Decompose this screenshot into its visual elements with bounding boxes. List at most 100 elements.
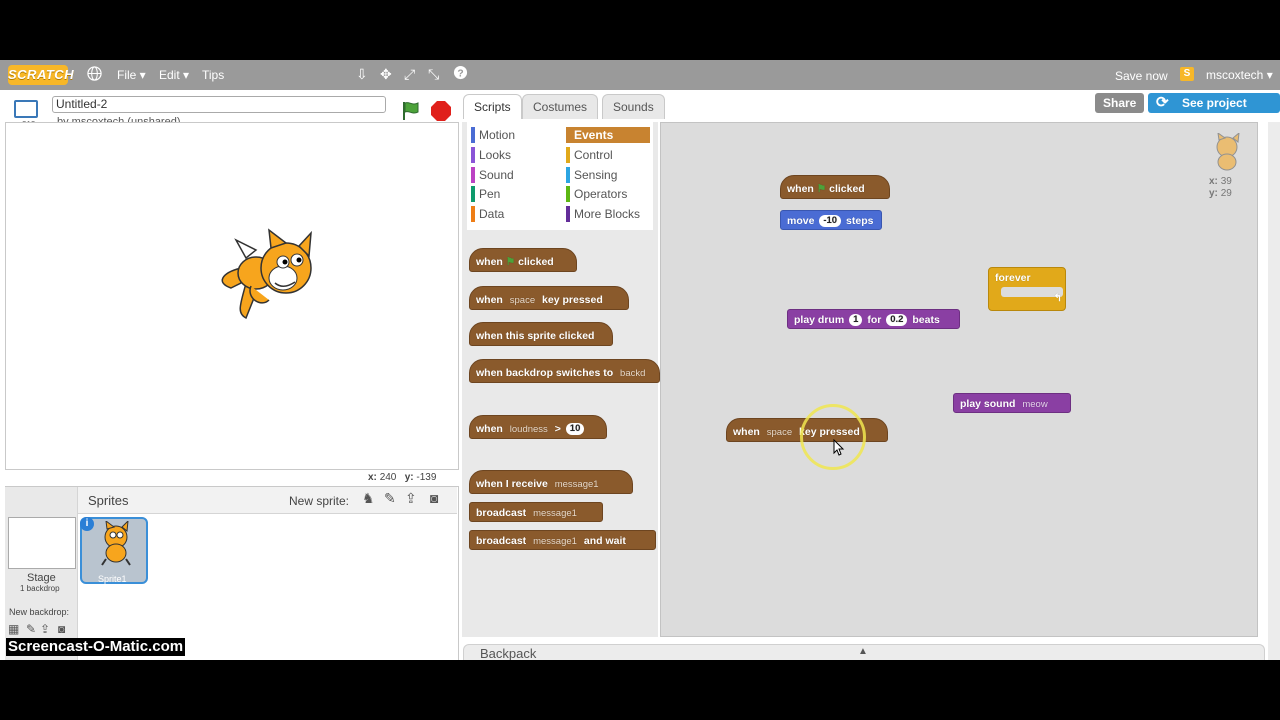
palette-when-sprite-clicked-block[interactable]: when this sprite clicked bbox=[469, 322, 613, 346]
stage-label: Stage bbox=[27, 572, 56, 584]
palette-when-backdrop-switches-block[interactable]: when backdrop switches to backd bbox=[469, 359, 660, 383]
block-text: forever bbox=[995, 272, 1031, 284]
message-dropdown[interactable]: message1 bbox=[555, 479, 599, 490]
category-data[interactable]: Data bbox=[471, 206, 504, 222]
category-sound[interactable]: Sound bbox=[471, 167, 514, 183]
tips-menu[interactable]: Tips bbox=[202, 68, 224, 82]
block-text: when bbox=[476, 256, 503, 268]
category-looks[interactable]: Looks bbox=[471, 147, 511, 163]
message-dropdown[interactable]: message1 bbox=[533, 536, 577, 547]
sensor-dropdown[interactable]: loudness bbox=[510, 424, 548, 435]
globe-icon[interactable] bbox=[87, 66, 102, 85]
category-events[interactable]: Events bbox=[566, 127, 650, 143]
palette-broadcast-and-wait-block[interactable]: broadcast message1 and wait bbox=[469, 530, 656, 550]
move-steps-input[interactable]: -10 bbox=[819, 215, 842, 228]
grow-icon[interactable]: ⤢ bbox=[404, 66, 415, 83]
category-motion[interactable]: Motion bbox=[471, 127, 515, 143]
project-title-input[interactable] bbox=[52, 96, 386, 113]
share-button[interactable]: Share bbox=[1095, 93, 1145, 113]
drum-beats-input[interactable]: 0.2 bbox=[886, 314, 908, 327]
palette-broadcast-block[interactable]: broadcast message1 bbox=[469, 502, 603, 522]
key-dropdown[interactable]: space bbox=[510, 295, 535, 306]
svg-text:?: ? bbox=[457, 68, 463, 79]
script-area[interactable]: x: 39 y: 29 when ⚑ clicked move -10 step… bbox=[660, 122, 1258, 637]
backdrop-dropdown[interactable]: backd bbox=[620, 368, 645, 379]
backdrop-camera-icon[interactable]: ◙ bbox=[58, 622, 65, 636]
see-inside-icon: ⟳ bbox=[1156, 94, 1169, 111]
category-sensing[interactable]: Sensing bbox=[566, 167, 617, 183]
stage-mouse-coords: x: 240 y: -139 bbox=[368, 472, 436, 483]
block-text: for bbox=[867, 314, 882, 326]
script-forever-block[interactable]: forever ↰ bbox=[988, 267, 1066, 311]
palette-when-i-receive-block[interactable]: when I receive message1 bbox=[469, 470, 633, 494]
palette-when-loudness-block[interactable]: when loudness > 10 bbox=[469, 415, 607, 439]
drum-dropdown[interactable]: 1 bbox=[849, 314, 863, 327]
see-project-page-button[interactable]: ⟳ See project page bbox=[1148, 93, 1280, 130]
sprite-x-readout: x: 39 bbox=[1209, 176, 1232, 187]
stage-thumbnail[interactable] bbox=[8, 517, 76, 569]
save-now-link[interactable]: Save now bbox=[1115, 69, 1168, 83]
block-text: when I receive bbox=[476, 478, 548, 490]
category-more-blocks[interactable]: More Blocks bbox=[566, 206, 640, 222]
upload-sprite-icon[interactable]: ⇪ bbox=[405, 490, 417, 507]
block-text: and wait bbox=[583, 535, 626, 547]
block-text: when bbox=[733, 426, 760, 438]
script-move-steps-block[interactable]: move -10 steps bbox=[780, 210, 882, 230]
block-text: move bbox=[787, 215, 815, 227]
script-play-drum-block[interactable]: play drum 1 for 0.2 beats bbox=[787, 309, 960, 329]
stage[interactable] bbox=[5, 122, 459, 470]
script-when-flag-clicked-block[interactable]: when ⚑ clicked bbox=[780, 175, 890, 199]
sprite-y-value: 29 bbox=[1220, 188, 1232, 199]
upload-backdrop-icon[interactable]: ⇪ bbox=[40, 622, 50, 636]
paint-backdrop-icon[interactable]: ✎ bbox=[26, 622, 36, 636]
scratch-logo[interactable]: SCRATCH bbox=[8, 65, 74, 85]
category-control[interactable]: Control bbox=[566, 147, 613, 163]
category-pen[interactable]: Pen bbox=[471, 186, 500, 202]
block-text: when backdrop switches to bbox=[476, 367, 614, 379]
username-menu[interactable]: mscoxtech ▾ bbox=[1206, 68, 1273, 82]
category-label: Control bbox=[574, 148, 613, 162]
edit-menu[interactable]: Edit ▾ bbox=[159, 68, 189, 82]
expand-arrow-icon[interactable]: ▲ bbox=[858, 646, 868, 657]
sound-dropdown[interactable]: meow bbox=[1022, 399, 1047, 410]
duplicate-icon[interactable]: ⇩ bbox=[356, 66, 368, 83]
sprite-name: Sprite1 bbox=[98, 574, 127, 584]
fullscreen-icon[interactable] bbox=[14, 100, 38, 118]
block-text: when bbox=[476, 423, 503, 435]
backdrop-library-icon[interactable]: ▦ bbox=[8, 622, 19, 636]
tab-scripts[interactable]: Scripts bbox=[463, 94, 522, 119]
tab-sounds[interactable]: Sounds bbox=[602, 94, 665, 119]
cat-sprite-on-stage[interactable] bbox=[211, 228, 321, 326]
category-label: Sensing bbox=[574, 168, 618, 182]
category-operators[interactable]: Operators bbox=[566, 186, 627, 202]
loop-arrow-icon: ↰ bbox=[1053, 293, 1062, 304]
category-color-bar bbox=[471, 167, 475, 183]
file-menu[interactable]: File ▾ bbox=[117, 68, 146, 82]
edit-menu-label: Edit bbox=[159, 68, 180, 82]
backpack-bar[interactable]: Backpack ▲ bbox=[463, 644, 1265, 660]
key-dropdown[interactable]: space bbox=[767, 427, 792, 438]
shrink-icon[interactable]: ⤡ bbox=[428, 66, 439, 83]
loudness-value-input[interactable]: 10 bbox=[565, 423, 585, 436]
block-text: broadcast bbox=[476, 507, 527, 519]
category-color-bar bbox=[566, 167, 570, 183]
category-color-bar bbox=[471, 147, 475, 163]
palette-when-key-pressed-block[interactable]: when space key pressed bbox=[469, 286, 629, 310]
category-label: Events bbox=[574, 128, 614, 142]
category-label: Sound bbox=[479, 168, 514, 182]
file-menu-label: File bbox=[117, 68, 137, 82]
block-text: when bbox=[787, 183, 814, 195]
palette-when-flag-clicked-block[interactable]: when ⚑ clicked bbox=[469, 248, 577, 272]
tab-costumes[interactable]: Costumes bbox=[522, 94, 599, 119]
script-play-sound-block[interactable]: play sound meow bbox=[953, 393, 1071, 413]
sprite-thumbnail[interactable]: i Sprite1 bbox=[80, 517, 148, 584]
camera-icon[interactable]: ◙ bbox=[430, 490, 438, 506]
choose-sprite-library-icon[interactable]: ♞ bbox=[362, 490, 375, 507]
menu-bar: SCRATCH File ▾ Edit ▾ Tips ⇩ ✥ ⤢ ⤡ ? Sav… bbox=[0, 60, 1280, 90]
message-dropdown[interactable]: message1 bbox=[533, 508, 577, 519]
my-stuff-icon[interactable]: S bbox=[1180, 67, 1194, 81]
help-icon[interactable]: ? bbox=[453, 65, 468, 83]
vertical-scrollbar[interactable] bbox=[1268, 122, 1280, 660]
paint-new-sprite-icon[interactable]: ✎ bbox=[384, 490, 396, 507]
cut-icon[interactable]: ✥ bbox=[380, 66, 392, 83]
